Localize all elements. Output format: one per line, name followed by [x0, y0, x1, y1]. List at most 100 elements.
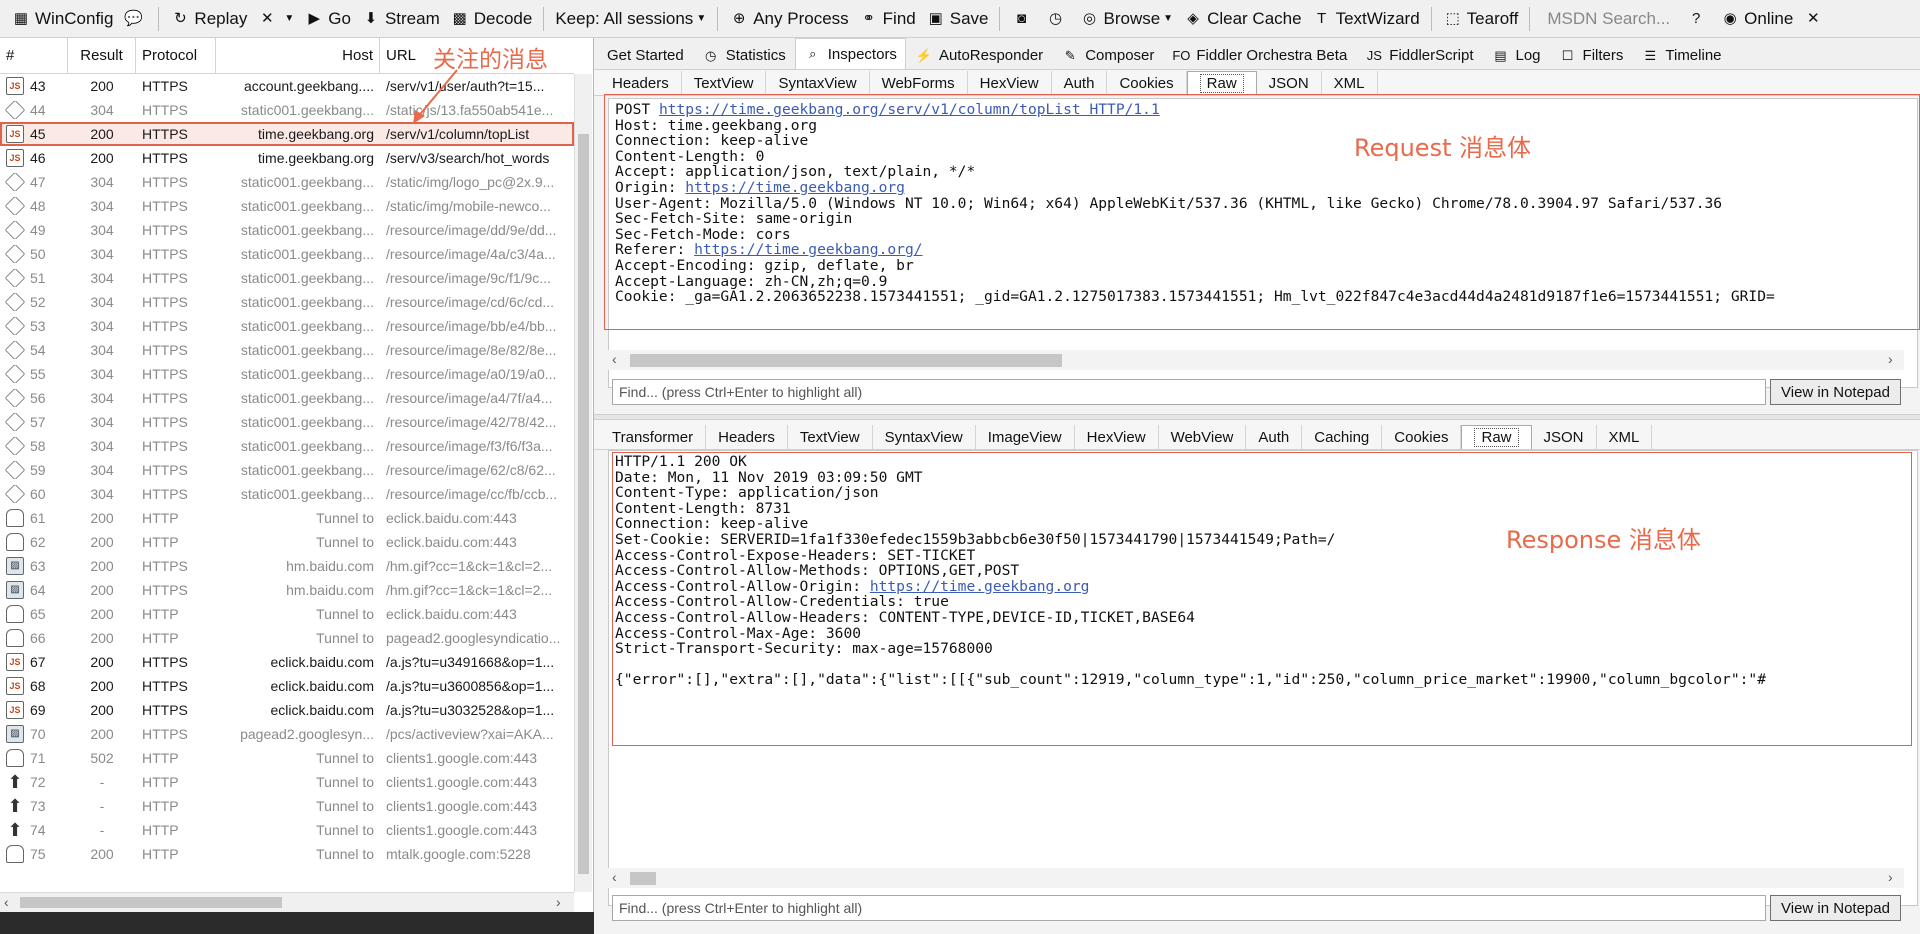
session-row[interactable]: JS 67 200 HTTPS eclick.baidu.com/a.js?tu=u34…: [0, 650, 574, 674]
column-header-host[interactable]: Host: [216, 38, 380, 73]
scroll-right-icon[interactable]: ›: [1888, 351, 1893, 367]
sessions-horizontal-scrollbar[interactable]: ‹ ›: [0, 892, 574, 912]
toolbar-timer-button[interactable]: ◷: [1040, 4, 1074, 34]
referer-link[interactable]: https://time.geekbang.org/: [694, 241, 922, 258]
toolbar-keep-all-sessions-button[interactable]: Keep: All sessions ▼: [550, 4, 711, 34]
sessions-vertical-scrollbar[interactable]: [574, 74, 592, 892]
session-row[interactable]: 56 304 HTTPS static001.geekbang... /resource…: [0, 386, 574, 410]
tab-autoresponder[interactable]: ⚡ AutoResponder: [906, 41, 1052, 69]
toolbar-textwizard-button[interactable]: T TextWizard: [1307, 4, 1425, 34]
request-tab-auth[interactable]: Auth: [1052, 71, 1108, 95]
session-row[interactable]: 66 200 HTTP Tunnel to pagead2.googlesyndicat…: [0, 626, 574, 650]
session-row[interactable]: 53 304 HTTPS static001.geekbang... /resource…: [0, 314, 574, 338]
response-tab-xml[interactable]: XML: [1597, 425, 1653, 449]
origin-link[interactable]: https://time.geekbang.org: [685, 179, 905, 196]
request-url-link[interactable]: https://time.geekbang.org/serv/v1/column…: [659, 101, 1160, 118]
session-row[interactable]: ⬆ 74 - HTTP Tunnel to clients1.google.com:443: [0, 818, 574, 842]
session-row[interactable]: ⬆ 72 - HTTP Tunnel to clients1.google.com:443: [0, 770, 574, 794]
session-row[interactable]: JS 46 200 HTTPS time.geekbang.org/serv/v3/se…: [0, 146, 574, 170]
session-row[interactable]: 51 304 HTTPS static001.geekbang... /resource…: [0, 266, 574, 290]
toolbar-remove-button[interactable]: ✕ ▼: [252, 4, 299, 34]
tab-inspectors[interactable]: ⌕ Inspectors: [794, 38, 906, 69]
tab-filters[interactable]: ☐ Filters: [1550, 41, 1633, 69]
tab-fiddler-orchestra-beta[interactable]: FO Fiddler Orchestra Beta: [1163, 41, 1356, 69]
toolbar-clear-cache-button[interactable]: ◈ Clear Cache: [1178, 4, 1307, 34]
request-tab-syntaxview[interactable]: SyntaxView: [766, 71, 870, 95]
session-row[interactable]: ▨ 70 200 HTTPS pagead2.googlesyn... /pcs/acti…: [0, 722, 574, 746]
request-tab-textview[interactable]: TextView: [682, 71, 767, 95]
tab-log[interactable]: ▤ Log: [1483, 41, 1550, 69]
tab-fiddlerscript[interactable]: JS FiddlerScript: [1356, 41, 1482, 69]
session-row[interactable]: 49 304 HTTPS static001.geekbang... /resource…: [0, 218, 574, 242]
toolbar-find-button[interactable]: ⚭ Find: [854, 4, 921, 34]
response-tab-raw[interactable]: Raw: [1461, 425, 1532, 449]
session-row[interactable]: 75 200 HTTP Tunnel to mtalk.google.com:5228: [0, 842, 574, 866]
request-tab-hexview[interactable]: HexView: [968, 71, 1052, 95]
scrollbar-thumb[interactable]: [630, 354, 1062, 367]
scroll-right-icon[interactable]: ›: [556, 894, 561, 910]
session-row[interactable]: JS 43 200 HTTPS account.geekbang..../serv/v1…: [0, 74, 574, 98]
toolbar-browse-button[interactable]: ◎ Browse ▼: [1074, 4, 1178, 34]
toolbar-go-button[interactable]: ▶ Go: [299, 4, 356, 34]
session-row[interactable]: 71 502 HTTP Tunnel to clients1.google.com:44…: [0, 746, 574, 770]
session-row[interactable]: JS 68 200 HTTPS eclick.baidu.com/a.js?tu=u36…: [0, 674, 574, 698]
session-row[interactable]: 55 304 HTTPS static001.geekbang... /resource…: [0, 362, 574, 386]
response-raw-panel[interactable]: HTTP/1.1 200 OK Date: Mon, 11 Nov 2019 0…: [608, 450, 1918, 906]
session-row[interactable]: 48 304 HTTPS static001.geekbang... /static/i…: [0, 194, 574, 218]
session-row[interactable]: 58 304 HTTPS static001.geekbang... /resource…: [0, 434, 574, 458]
quickexec-bar[interactable]: [0, 912, 594, 934]
toolbar-comment-button[interactable]: 💬: [118, 4, 152, 34]
toolbar-msdn-search-button[interactable]: MSDN Search...: [1536, 4, 1681, 34]
request-tab-json[interactable]: JSON: [1257, 71, 1322, 95]
tab-timeline[interactable]: ☰ Timeline: [1632, 41, 1730, 69]
request-tab-cookies[interactable]: Cookies: [1107, 71, 1187, 95]
session-row[interactable]: 57 304 HTTPS static001.geekbang... /resource…: [0, 410, 574, 434]
response-tab-caching[interactable]: Caching: [1302, 425, 1383, 449]
toolbar-online-button[interactable]: ◉ Online: [1715, 4, 1798, 34]
scrollbar-thumb[interactable]: [630, 872, 656, 885]
response-horizontal-scrollbar[interactable]: ‹ ›: [608, 868, 1904, 888]
session-row[interactable]: 60 304 HTTPS static001.geekbang... /resource…: [0, 482, 574, 506]
toolbar-save-button[interactable]: ▣ Save: [921, 4, 994, 34]
request-tab-headers[interactable]: Headers: [600, 71, 682, 95]
response-tab-auth[interactable]: Auth: [1246, 425, 1303, 449]
column-header-protocol[interactable]: Protocol: [136, 38, 216, 73]
tab-composer[interactable]: ✎ Composer: [1052, 41, 1163, 69]
session-row[interactable]: 62 200 HTTP Tunnel to eclick.baidu.com:443: [0, 530, 574, 554]
session-row[interactable]: ▨ 63 200 HTTPS hm.baidu.com/hm.gif?cc=1&ck=1…: [0, 554, 574, 578]
session-row[interactable]: ⬆ 73 - HTTP Tunnel to clients1.google.com:443: [0, 794, 574, 818]
scroll-right-icon[interactable]: ›: [1888, 869, 1893, 885]
session-row[interactable]: JS 69 200 HTTPS eclick.baidu.com/a.js?tu=u30…: [0, 698, 574, 722]
request-find-input[interactable]: Find... (press Ctrl+Enter to highlight a…: [612, 379, 1766, 405]
toolbar-tearoff-button[interactable]: ⬚ Tearoff: [1438, 4, 1524, 34]
request-tab-raw[interactable]: Raw: [1186, 71, 1257, 95]
scrollbar-thumb[interactable]: [578, 134, 589, 874]
toolbar-stream-button[interactable]: ⬇ Stream: [356, 4, 445, 34]
toolbar-decode-button[interactable]: ▩ Decode: [445, 4, 538, 34]
response-tab-transformer[interactable]: Transformer: [600, 425, 707, 449]
toolbar-any-process-button[interactable]: ⊕ Any Process: [724, 4, 853, 34]
column-header-result[interactable]: Result: [68, 38, 136, 73]
session-row[interactable]: 59 304 HTTPS static001.geekbang... /resource…: [0, 458, 574, 482]
scrollbar-thumb[interactable]: [20, 897, 282, 908]
session-row[interactable]: 65 200 HTTP Tunnel to eclick.baidu.com:443: [0, 602, 574, 626]
session-row[interactable]: ▨ 64 200 HTTPS hm.baidu.com/hm.gif?cc=1&ck=1…: [0, 578, 574, 602]
response-tab-headers[interactable]: Headers: [706, 425, 788, 449]
tab-get-started[interactable]: Get Started: [598, 41, 693, 69]
scroll-left-icon[interactable]: ‹: [612, 351, 617, 367]
response-find-input[interactable]: Find... (press Ctrl+Enter to highlight a…: [612, 895, 1766, 921]
toolbar-help-button[interactable]: ?: [1681, 4, 1715, 34]
request-tab-xml[interactable]: XML: [1322, 71, 1378, 95]
response-tab-webview[interactable]: WebView: [1159, 425, 1247, 449]
request-horizontal-scrollbar[interactable]: ‹ ›: [608, 350, 1904, 370]
session-row[interactable]: 61 200 HTTP Tunnel to eclick.baidu.com:443: [0, 506, 574, 530]
request-tab-webforms[interactable]: WebForms: [870, 71, 968, 95]
toolbar-replay-button[interactable]: ↻ Replay: [165, 4, 252, 34]
session-row[interactable]: 44 304 HTTPS static001.geekbang.../static/j…: [0, 98, 574, 122]
session-row[interactable]: 54 304 HTTPS static001.geekbang... /resource…: [0, 338, 574, 362]
session-row[interactable]: JS 45 200 HTTPS time.geekbang.org/serv/v1/co…: [0, 122, 574, 146]
scroll-left-icon[interactable]: ‹: [612, 869, 617, 885]
acao-link[interactable]: https://time.geekbang.org: [870, 578, 1090, 595]
response-tab-json[interactable]: JSON: [1532, 425, 1597, 449]
toolbar-camera-button[interactable]: ◙: [1006, 4, 1040, 34]
